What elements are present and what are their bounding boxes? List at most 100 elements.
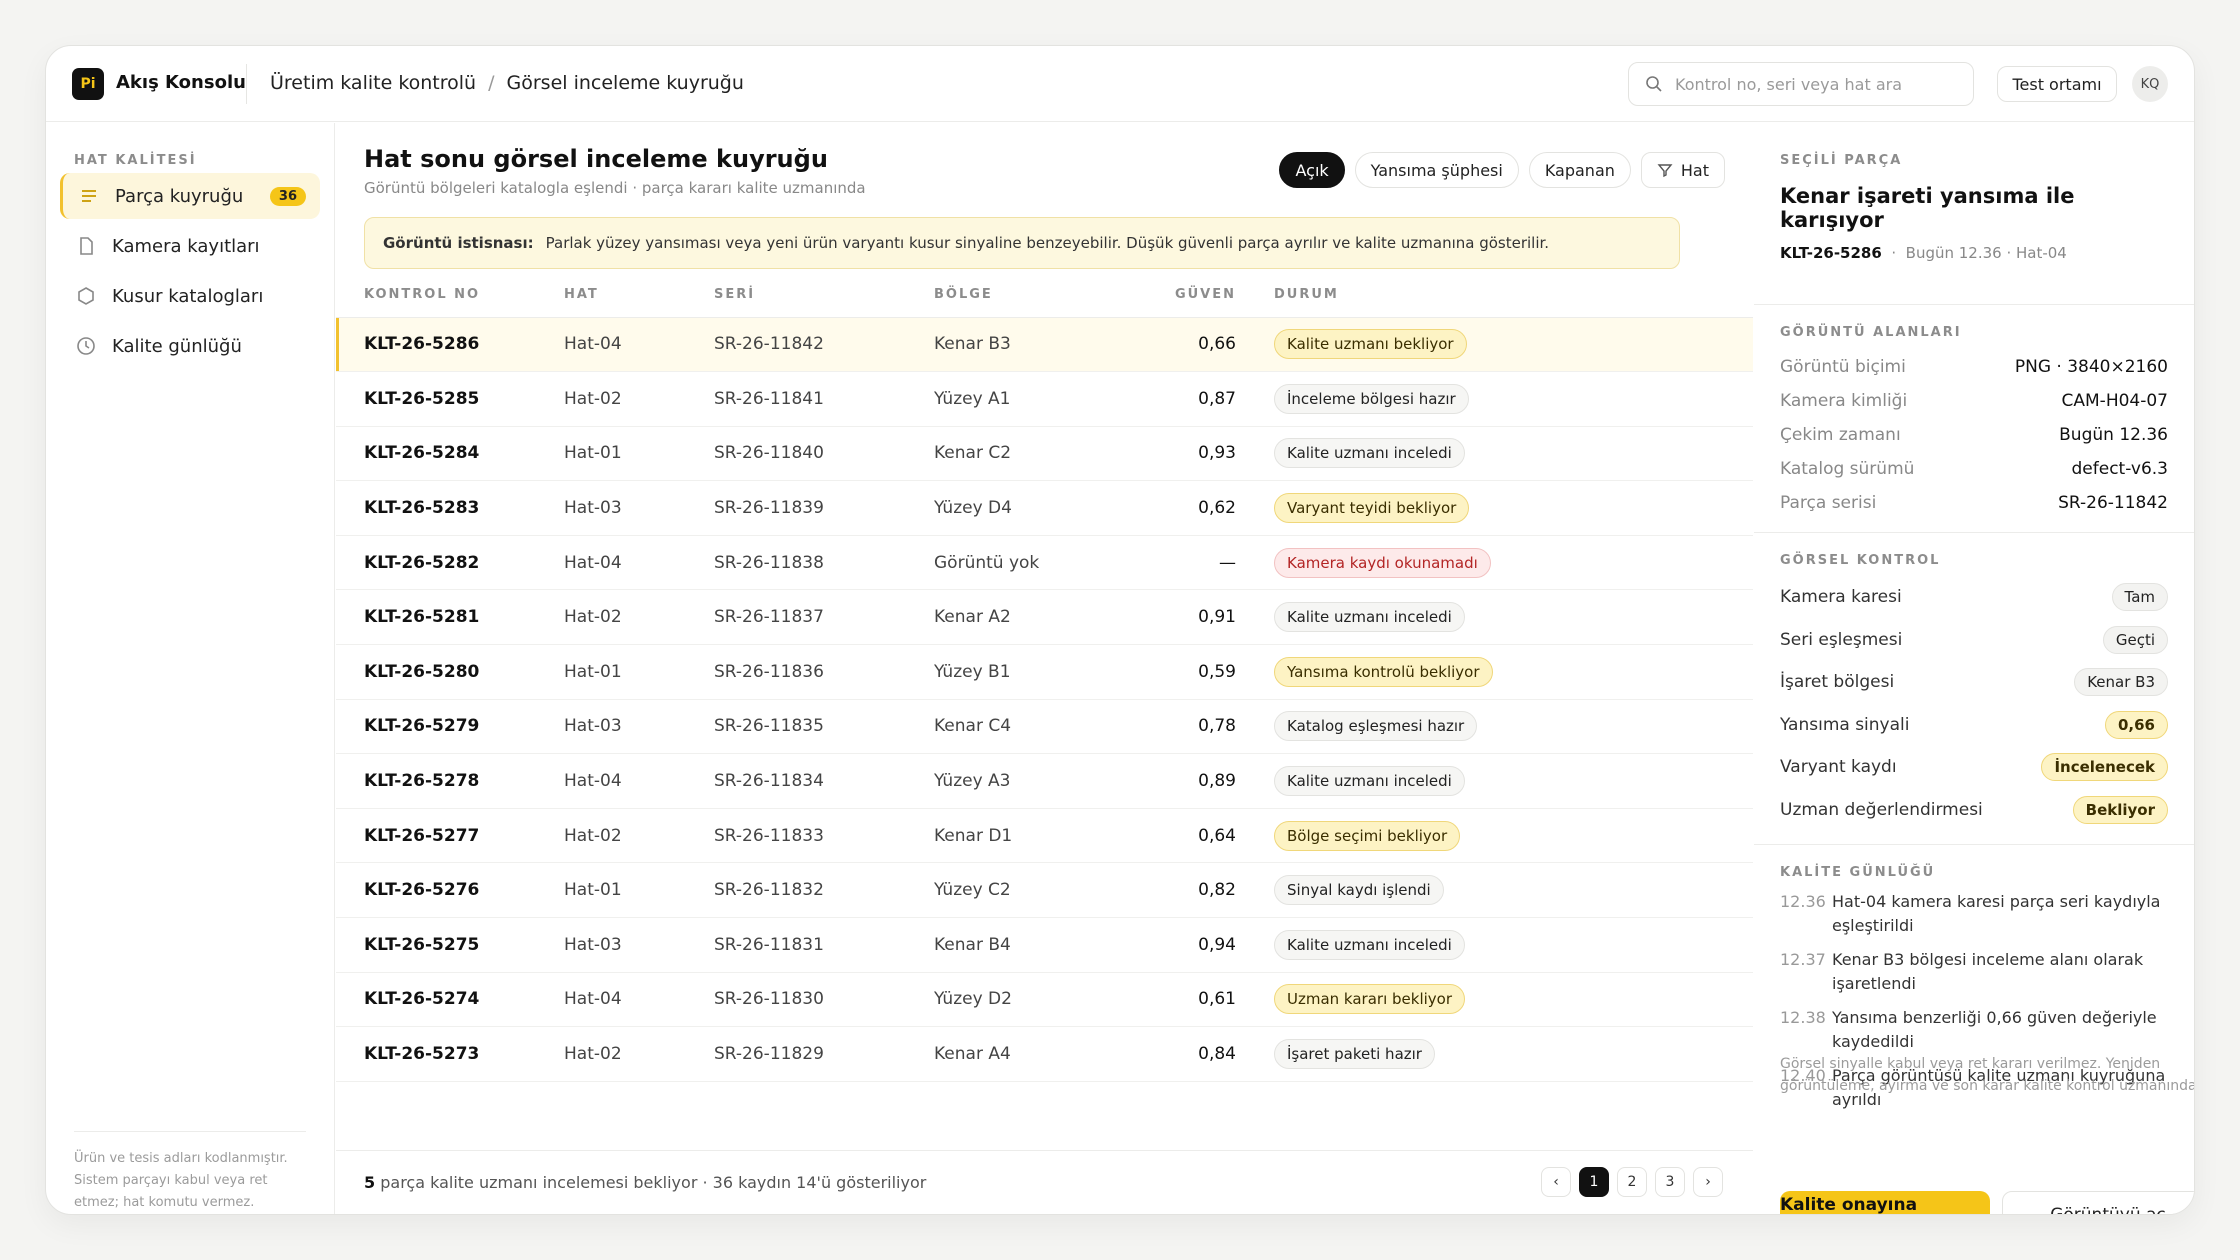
page-1-button[interactable]: 1 <box>1579 1167 1609 1197</box>
page-3-button[interactable]: 3 <box>1655 1167 1685 1197</box>
filter-open[interactable]: Açık <box>1279 152 1345 188</box>
search-box[interactable]: Kontrol no, seri veya hat ara <box>1628 62 1974 106</box>
serial-cell: SR-26-11838 <box>714 535 934 591</box>
table-row[interactable]: KLT-26-5275 Hat-03 SR-26-11831 Kenar B4 … <box>336 917 1753 973</box>
field-label: Çekim zamanı <box>1780 425 1901 445</box>
confidence-cell: 0,89 <box>1144 753 1236 809</box>
check-row: Uzman değerlendirmesi Bekliyor <box>1780 789 2168 832</box>
page-2-button[interactable]: 2 <box>1617 1167 1647 1197</box>
hexagon-icon <box>78 287 94 305</box>
sidebar-item-part-queue[interactable]: Parça kuyruğu 36 <box>60 173 320 219</box>
filter-bar: Açık Yansıma şüphesi Kapanan Hat <box>1279 152 1725 188</box>
serial-cell: SR-26-11830 <box>714 972 934 1028</box>
column-header[interactable]: KONTROL NO <box>336 273 564 318</box>
main-panel: Hat sonu görsel inceleme kuyruğu Görüntü… <box>336 123 1753 1214</box>
send-to-approval-button[interactable]: Kalite onayına gönder <box>1780 1191 1990 1214</box>
confidence-cell: 0,84 <box>1144 1026 1236 1082</box>
status-badge: Sinyal kaydı işlendi <box>1274 875 1444 906</box>
next-page-button[interactable]: › <box>1693 1167 1723 1197</box>
confidence-cell: 0,62 <box>1144 480 1236 536</box>
section-title: GÖRÜNTÜ ALANLARI <box>1780 325 1962 340</box>
line-cell: Hat-02 <box>564 371 714 427</box>
table-row[interactable]: KLT-26-5284 Hat-01 SR-26-11840 Kenar C2 … <box>336 426 1753 482</box>
sidebar-item-label: Kalite günlüğü <box>112 335 242 357</box>
status-badge: Yansıma kontrolü bekliyor <box>1274 656 1493 687</box>
table-row[interactable]: KLT-26-5286 Hat-04 SR-26-11842 Kenar B3 … <box>336 317 1753 373</box>
line-cell: Hat-02 <box>564 589 714 646</box>
table-row[interactable]: KLT-26-5281 Hat-02 SR-26-11837 Kenar A2 … <box>336 589 1753 646</box>
filter-reflection[interactable]: Yansıma şüphesi <box>1354 152 1519 188</box>
status-badge: Kalite uzmanı inceledi <box>1274 438 1465 469</box>
region-cell: Yüzey D4 <box>934 480 1144 536</box>
region-cell: Yüzey D2 <box>934 972 1144 1028</box>
column-header[interactable]: SERİ <box>714 273 934 318</box>
table-row[interactable]: KLT-26-5278 Hat-04 SR-26-11834 Yüzey A3 … <box>336 753 1753 809</box>
confidence-cell: 0,87 <box>1144 371 1236 427</box>
inspection-table: KONTROL NO HAT SERİ BÖLGE GÜVEN DURUM KL… <box>336 273 1753 1082</box>
log-message: Yansıma benzerliği 0,66 güven değeriyle … <box>1832 1008 2157 1051</box>
table-row[interactable]: KLT-26-5279 Hat-03 SR-26-11835 Kenar C4 … <box>336 699 1753 755</box>
prev-page-button[interactable]: ‹ <box>1541 1167 1571 1197</box>
line-cell: Hat-02 <box>564 808 714 864</box>
list-icon <box>82 190 96 202</box>
control-no: KLT-26-5279 <box>336 699 564 755</box>
divider <box>246 64 247 104</box>
control-no: KLT-26-5278 <box>336 753 564 809</box>
table-row[interactable]: KLT-26-5285 Hat-02 SR-26-11841 Yüzey A1 … <box>336 371 1753 427</box>
breadcrumb: Üretim kalite kontrolü / Görsel inceleme… <box>270 72 744 94</box>
log-message: Hat-04 kamera karesi parça seri kaydıyla… <box>1832 892 2161 935</box>
control-no: KLT-26-5280 <box>336 644 564 700</box>
table-row[interactable]: KLT-26-5276 Hat-01 SR-26-11832 Yüzey C2 … <box>336 862 1753 919</box>
table-header-row: KONTROL NO HAT SERİ BÖLGE GÜVEN DURUM <box>336 273 1753 318</box>
check-row: Varyant kaydı İncelenecek <box>1780 746 2168 789</box>
sidebar-item-camera-records[interactable]: Kamera kayıtları <box>60 223 320 269</box>
avatar[interactable]: KQ <box>2132 66 2168 102</box>
table-row[interactable]: KLT-26-5282 Hat-04 SR-26-11838 Görüntü y… <box>336 535 1753 591</box>
status-badge: Kalite uzmanı inceledi <box>1274 602 1465 633</box>
table-row[interactable]: KLT-26-5280 Hat-01 SR-26-11836 Yüzey B1 … <box>336 644 1753 700</box>
log-entry: 12.36 Hat-04 kamera karesi parça seri kay… <box>1780 890 2168 938</box>
column-header[interactable]: BÖLGE <box>934 273 1144 318</box>
search-input[interactable]: Kontrol no, seri veya hat ara <box>1675 75 1902 94</box>
region-cell: Kenar D1 <box>934 808 1144 864</box>
column-header[interactable]: GÜVEN <box>1144 273 1236 318</box>
sidebar-item-quality-log[interactable]: Kalite günlüğü <box>60 323 320 369</box>
column-header[interactable]: DURUM <box>1236 273 1753 318</box>
selected-part-meta: Bugün 12.36 · Hat-04 <box>1905 244 2067 262</box>
app-window: Pi Akış Konsolu Üretim kalite kontrolü /… <box>45 45 2195 1215</box>
line-cell: Hat-04 <box>564 317 714 373</box>
table-row[interactable]: KLT-26-5273 Hat-02 SR-26-11829 Kenar A4 … <box>336 1026 1753 1082</box>
check-row: Seri eşleşmesi Geçti <box>1780 619 2168 662</box>
line-cell: Hat-01 <box>564 862 714 919</box>
log-entry: 12.37 Kenar B3 bölgesi inceleme alanı ola… <box>1780 948 2168 996</box>
breadcrumb-item[interactable]: Üretim kalite kontrolü <box>270 72 476 94</box>
control-no: KLT-26-5273 <box>336 1026 564 1082</box>
control-no: KLT-26-5286 <box>336 317 564 373</box>
column-header[interactable]: HAT <box>564 273 714 318</box>
table-row[interactable]: KLT-26-5283 Hat-03 SR-26-11839 Yüzey D4 … <box>336 480 1753 536</box>
status-badge: İşaret paketi hazır <box>1274 1039 1435 1070</box>
status-badge: Katalog eşleşmesi hazır <box>1274 711 1478 742</box>
env-button[interactable]: Test ortamı <box>1997 66 2117 102</box>
open-image-button[interactable]: Görüntüyü aç <box>2002 1191 2194 1214</box>
check-badge: Kenar B3 <box>2074 668 2168 697</box>
page-subtitle: Görüntü bölgeleri katalogla eşlendi · pa… <box>364 179 866 197</box>
sidebar-item-defect-catalogs[interactable]: Kusur katalogları <box>60 273 320 319</box>
exception-alert: Görüntü istisnası: Parlak yüzey yansımas… <box>364 217 1680 269</box>
region-cell: Yüzey A3 <box>934 753 1144 809</box>
section-title: GÖRSEL KONTROL <box>1780 553 1941 568</box>
line-cell: Hat-01 <box>564 644 714 700</box>
clock-icon <box>77 337 95 355</box>
table-row[interactable]: KLT-26-5277 Hat-02 SR-26-11833 Kenar D1 … <box>336 808 1753 864</box>
line-cell: Hat-04 <box>564 753 714 809</box>
selected-part-heading: Kenar işareti yansıma ile karışıyor <box>1780 184 2075 232</box>
selected-part-id: KLT-26-5286 <box>1780 244 1882 262</box>
filter-line[interactable]: Hat <box>1640 152 1725 188</box>
filter-closed[interactable]: Kapanan <box>1528 152 1631 188</box>
control-no: KLT-26-5283 <box>336 480 564 536</box>
table-row[interactable]: KLT-26-5274 Hat-04 SR-26-11830 Yüzey D2 … <box>336 972 1753 1028</box>
control-no: KLT-26-5275 <box>336 917 564 973</box>
confidence-cell: 0,93 <box>1144 426 1236 482</box>
check-label: Seri eşleşmesi <box>1780 629 1903 650</box>
serial-cell: SR-26-11834 <box>714 753 934 809</box>
